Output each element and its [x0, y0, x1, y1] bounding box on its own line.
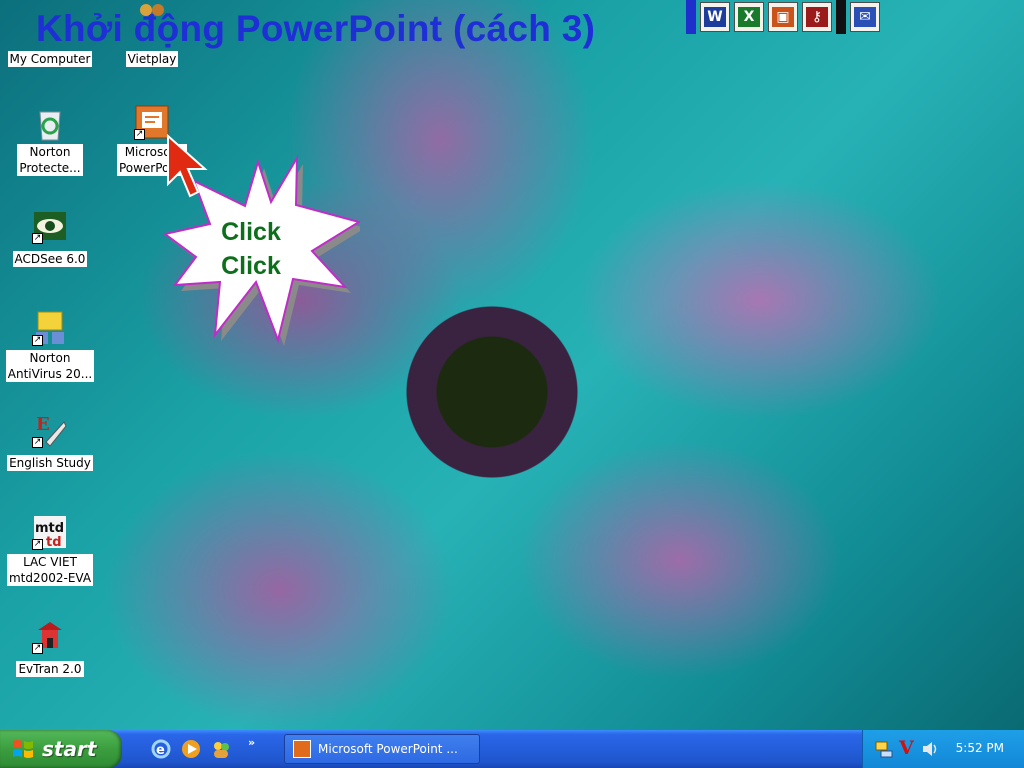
desktop[interactable]: Khởi động PowerPoint (cách 3) W X ▣ ⚷ ✉ …	[0, 0, 1024, 730]
desktop-icon-norton-antivirus[interactable]: ↗ Norton AntiVirus 20...	[3, 310, 97, 382]
office-bar-separator	[836, 0, 846, 34]
icon-label: My Computer	[7, 51, 93, 67]
excel-icon[interactable]: X	[734, 2, 764, 32]
taskbar-button-powerpoint[interactable]: Microsoft PowerPoint ...	[284, 734, 480, 764]
taskbar-button-label: Microsoft PowerPoint ...	[318, 742, 458, 756]
my-computer-icon	[32, 0, 68, 44]
vietkey-icon[interactable]: V	[899, 737, 914, 759]
shortcut-arrow-icon: ↗	[32, 233, 43, 244]
recycle-bin-icon	[32, 104, 68, 141]
desktop-icon-norton-protected[interactable]: Norton Protecte...	[3, 104, 97, 176]
outlook-icon[interactable]: ✉	[850, 2, 880, 32]
office-bar-handle[interactable]	[686, 0, 696, 34]
svg-text:mtd: mtd	[35, 521, 64, 536]
icon-label: English Study	[7, 455, 93, 471]
desktop-icon-my-computer[interactable]: My Computer	[3, 0, 97, 67]
desktop-icon-english-study[interactable]: E ↗ English Study	[3, 412, 97, 471]
icon-label: Norton AntiVirus 20...	[5, 350, 95, 382]
shortcut-arrow-icon: ↗	[32, 643, 43, 654]
svg-text:e: e	[156, 743, 165, 758]
desktop-icon-vietplay[interactable]: Vietplay	[105, 0, 199, 67]
callout-text: Click Click	[196, 215, 306, 283]
powerpoint-icon	[293, 740, 311, 758]
icon-label: LAC VIET mtd2002-EVA	[6, 554, 94, 586]
vietplay-icon	[134, 0, 170, 44]
shortcut-arrow-icon: ↗	[32, 437, 43, 448]
lac-viet-icon: mtd td ↗	[32, 514, 68, 550]
icon-label: EvTran 2.0	[16, 661, 84, 677]
callout-line-2: Click	[221, 252, 281, 280]
callout-line-1: Click	[221, 218, 281, 246]
shortcut-arrow-icon: ↗	[134, 129, 145, 140]
clock[interactable]: 5:52 PM	[956, 741, 1004, 755]
access-icon[interactable]: ⚷	[802, 2, 832, 32]
start-label: start	[42, 737, 97, 761]
icon-label: ACDSee 6.0	[12, 251, 88, 267]
mouse-cursor-icon	[167, 134, 208, 198]
media-player-icon[interactable]	[180, 738, 202, 760]
office-shortcut-bar: W X ▣ ⚷ ✉	[686, 0, 880, 34]
volume-icon[interactable]	[921, 740, 939, 758]
icon-label: Vietplay	[125, 51, 179, 67]
quick-launch-more-button[interactable]: »	[248, 736, 255, 749]
windows-logo-icon	[12, 738, 34, 760]
desktop-icon-lac-viet[interactable]: mtd td ↗ LAC VIET mtd2002-EVA	[3, 514, 97, 586]
desktop-icon-evtran[interactable]: ↗ EvTran 2.0	[3, 618, 97, 677]
shortcut-arrow-icon: ↗	[32, 539, 43, 550]
svg-text:E: E	[36, 414, 50, 435]
norton-antivirus-icon: ↗	[32, 310, 68, 346]
system-tray: V 5:52 PM	[862, 730, 1024, 768]
shortcut-arrow-icon: ↗	[32, 335, 43, 346]
taskbar: start e » Microsoft PowerPoint ... V 5:5…	[0, 730, 1024, 768]
messenger-icon[interactable]	[210, 738, 232, 760]
word-icon[interactable]: W	[700, 2, 730, 32]
evtran-icon: ↗	[32, 618, 68, 654]
start-button[interactable]: start	[0, 730, 122, 768]
acdsee-icon: ↗	[32, 208, 68, 244]
english-study-icon: E ↗	[32, 412, 68, 448]
desktop-icon-acdsee[interactable]: ↗ ACDSee 6.0	[3, 208, 97, 267]
svg-text:td: td	[46, 535, 62, 550]
internet-explorer-icon[interactable]: e	[150, 738, 172, 760]
icon-label: Norton Protecte...	[17, 144, 83, 176]
network-icon[interactable]	[875, 740, 893, 758]
powerpoint-icon[interactable]: ▣	[768, 2, 798, 32]
